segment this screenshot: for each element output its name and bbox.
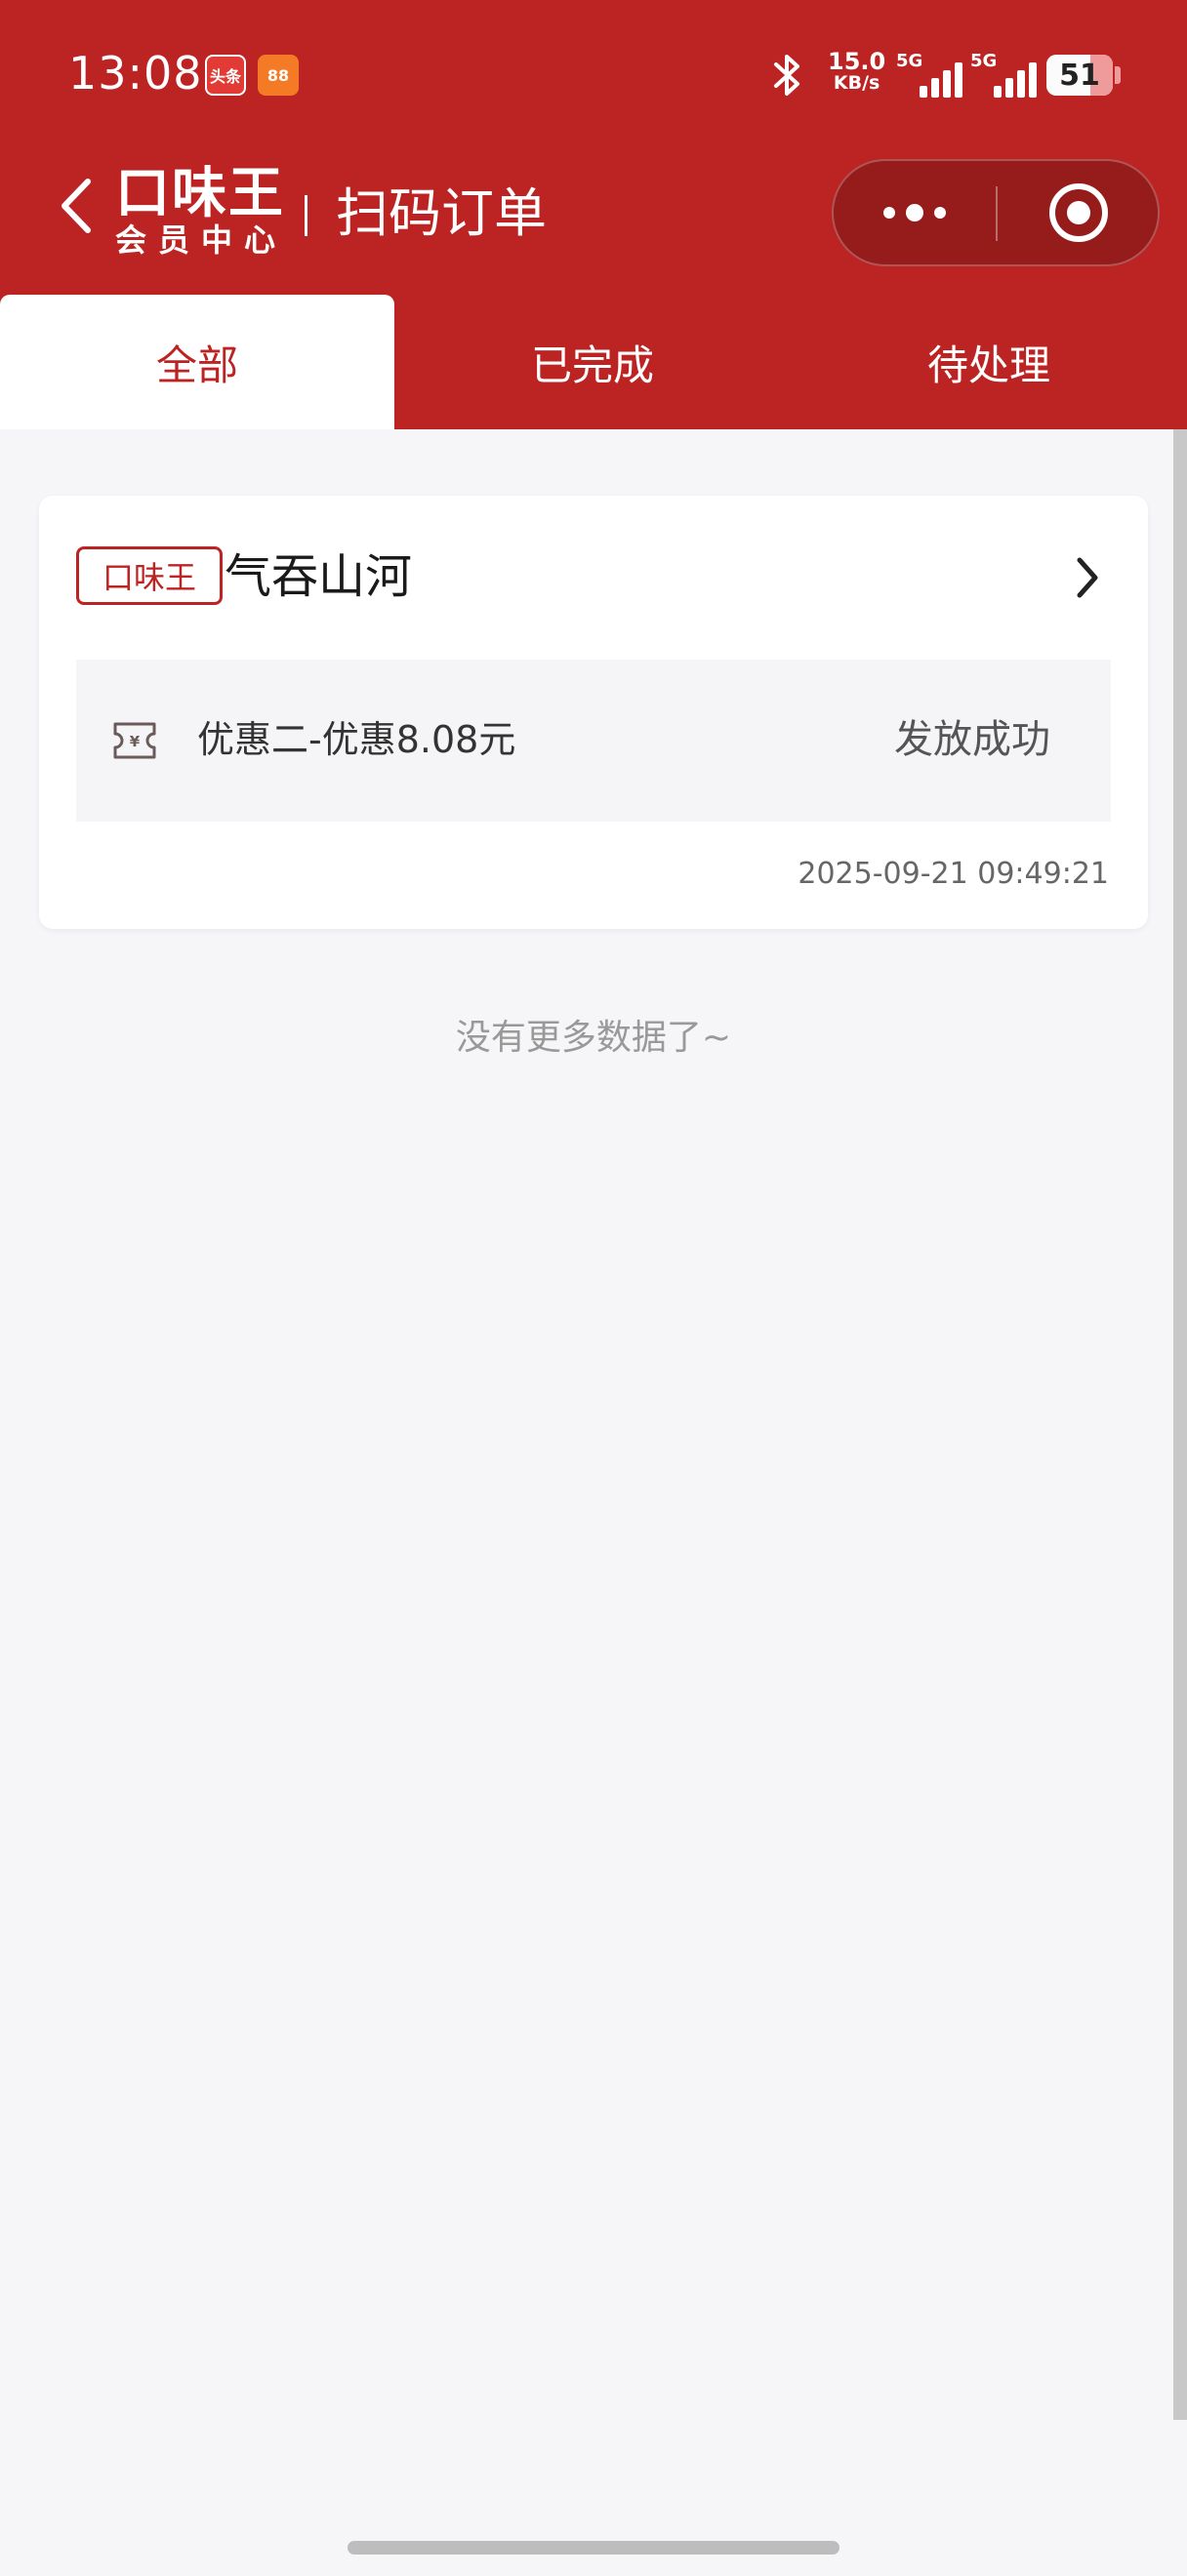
order-time: 2025-09-21 09:49:21 bbox=[798, 857, 1109, 891]
signal-bars-icon bbox=[994, 62, 1037, 98]
chevron-right-icon[interactable] bbox=[1074, 554, 1101, 601]
tab-pending[interactable]: 待处理 bbox=[791, 295, 1187, 429]
network-speed-unit: KB/s bbox=[833, 72, 880, 94]
home-indicator[interactable] bbox=[348, 2541, 839, 2555]
tab-all[interactable]: 全部 bbox=[0, 295, 394, 429]
signal-bars-icon bbox=[920, 62, 962, 98]
brand-tag: 口味王 bbox=[76, 546, 224, 605]
svg-text:¥: ¥ bbox=[130, 733, 141, 750]
coupon-ticket-icon: ¥ bbox=[113, 722, 156, 759]
toutiao-app-icon: 头条 bbox=[205, 55, 246, 96]
back-arrow-icon[interactable] bbox=[57, 176, 96, 236]
battery-tip bbox=[1115, 66, 1121, 84]
store-name: 气吞山河 bbox=[225, 549, 413, 604]
signal-5g-1: 5G bbox=[896, 51, 966, 98]
status-time: 13:08 bbox=[68, 47, 203, 100]
bluetooth-icon bbox=[774, 55, 799, 96]
network-speed: 15.0 KB/s bbox=[828, 48, 886, 94]
scrollbar[interactable] bbox=[1173, 429, 1187, 2420]
nav-divider bbox=[305, 195, 307, 236]
page-title: 扫码订单 bbox=[336, 182, 547, 244]
coupon-row: ¥ 优惠二-优惠8.08元 发放成功 bbox=[76, 660, 1111, 822]
battery-level: 51 bbox=[1059, 58, 1100, 93]
coupon-status: 发放成功 bbox=[894, 717, 1050, 762]
kuaishou-app-icon: 88 bbox=[258, 55, 299, 96]
miniprogram-capsule bbox=[832, 159, 1160, 266]
no-more-data-text: 没有更多数据了~ bbox=[455, 1018, 732, 1058]
signal-5g-2: 5G bbox=[970, 51, 1041, 98]
order-card[interactable]: 口味王 气吞山河 ¥ 优惠二-优惠8.08元 发放成功 2025-09-21 0… bbox=[39, 496, 1148, 929]
brand-logo-subtext: 会员中心 bbox=[115, 221, 288, 259]
tab-completed[interactable]: 已完成 bbox=[394, 295, 791, 429]
network-speed-value: 15.0 bbox=[828, 48, 886, 75]
brand-logo-text: 口味王 bbox=[115, 162, 285, 225]
target-circle-icon bbox=[1049, 183, 1108, 242]
close-miniprogram-button[interactable] bbox=[998, 161, 1160, 264]
more-button[interactable] bbox=[834, 161, 996, 264]
coupon-name: 优惠二-优惠8.08元 bbox=[197, 718, 516, 761]
battery-icon: 51 bbox=[1046, 55, 1113, 96]
header: 13:08 头条 88 15.0 KB/s 5G 5G 51 口味王 会员中心 … bbox=[0, 0, 1187, 429]
more-dots-icon bbox=[883, 204, 946, 221]
